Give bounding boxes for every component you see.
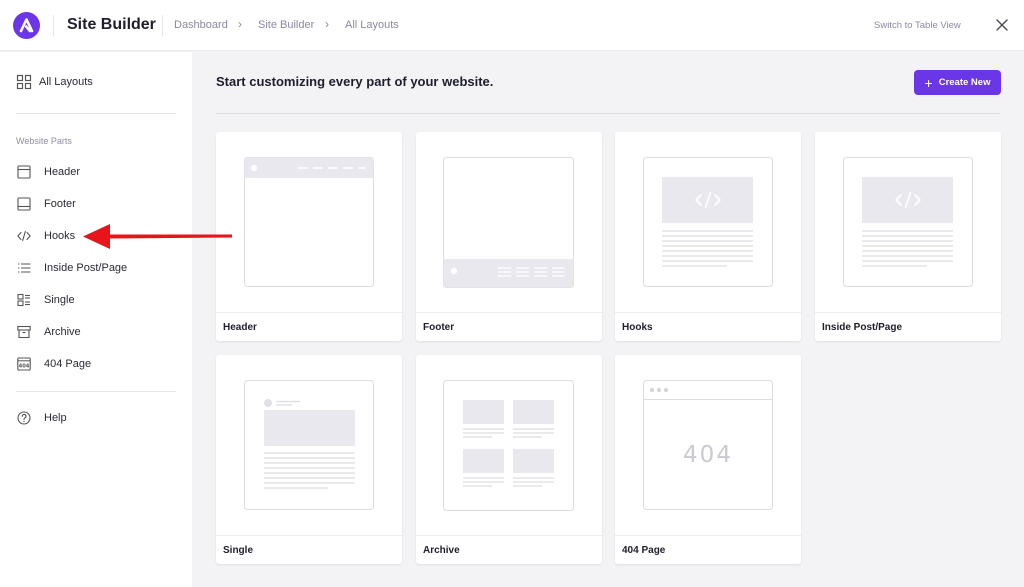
404-icon-glyph: 404: [19, 364, 30, 370]
switch-to-table-view-link[interactable]: Switch to Table View: [874, 20, 961, 31]
single-layout-preview: [244, 380, 374, 510]
footer-layout-preview: [443, 157, 574, 288]
sidebar-item-label: Help: [44, 412, 67, 424]
sidebar-item-label: Single: [44, 294, 75, 306]
breadcrumb-all-layouts: All Layouts: [345, 19, 399, 31]
archive-layout-preview: [443, 380, 574, 511]
list-icon: [17, 263, 31, 273]
404-text: 404: [683, 442, 733, 468]
404-icon: 404: [17, 357, 31, 371]
layout-card-footer[interactable]: Footer: [416, 132, 602, 341]
divider: [162, 15, 163, 36]
layout-card-header[interactable]: Header: [216, 132, 402, 341]
sidebar-item-footer[interactable]: Footer: [16, 194, 76, 214]
divider: [216, 535, 402, 536]
plus-icon: +: [924, 74, 933, 91]
chevron-right-icon: ›: [325, 17, 329, 31]
sidebar: All Layouts Website Parts Header Footer …: [0, 52, 192, 587]
help-icon: [17, 411, 31, 425]
sidebar-item-help[interactable]: Help: [16, 408, 67, 428]
page-title: Start customizing every part of your web…: [216, 74, 494, 89]
footer-icon: [17, 197, 31, 211]
breadcrumb-dashboard[interactable]: Dashboard: [174, 19, 228, 31]
hooks-layout-preview: [643, 157, 773, 287]
sidebar-item-label: Footer: [44, 198, 76, 210]
sidebar-item-header[interactable]: Header: [16, 162, 80, 182]
card-label: 404 Page: [622, 545, 666, 556]
breadcrumb-site-builder[interactable]: Site Builder: [258, 19, 314, 31]
sidebar-item-single[interactable]: Single: [16, 290, 75, 310]
card-label: Single: [223, 545, 254, 556]
grid-icon: [16, 74, 32, 90]
divider: [815, 312, 1001, 313]
create-new-label: Create New: [938, 77, 991, 88]
single-icon: [17, 293, 30, 307]
divider: [16, 391, 176, 392]
sidebar-section-heading: Website Parts: [16, 136, 72, 146]
sidebar-item-hooks[interactable]: Hooks: [16, 226, 75, 246]
inside-post-layout-preview: [843, 157, 973, 287]
create-new-button[interactable]: + Create New: [914, 70, 1001, 95]
chevron-right-icon: ›: [238, 17, 242, 31]
divider: [615, 535, 801, 536]
app-title: Site Builder: [67, 16, 156, 33]
header-layout-preview: [244, 157, 374, 287]
sidebar-item-label: Inside Post/Page: [44, 262, 128, 274]
divider: [216, 113, 1000, 114]
sidebar-item-label: Archive: [44, 326, 81, 338]
card-label: Inside Post/Page: [822, 322, 903, 333]
divider: [416, 312, 602, 313]
divider: [16, 113, 176, 114]
sidebar-item-label: Hooks: [44, 230, 76, 242]
card-label: Footer: [423, 322, 455, 333]
code-icon: [17, 230, 31, 242]
card-label: Archive: [423, 545, 460, 556]
sidebar-item-label: All Layouts: [39, 76, 93, 88]
layout-card-hooks[interactable]: Hooks: [615, 132, 801, 341]
sidebar-item-label: Header: [44, 166, 81, 178]
divider: [416, 535, 602, 536]
card-label: Hooks: [622, 322, 653, 333]
404-layout-preview: 404: [643, 380, 773, 510]
sidebar-item-404-page[interactable]: 404 404 Page: [16, 354, 91, 374]
sidebar-item-all-layouts[interactable]: All Layouts: [16, 72, 93, 92]
logo-icon: [19, 18, 34, 33]
header-icon: [17, 165, 31, 179]
divider: [216, 312, 402, 313]
divider: [53, 15, 54, 36]
layout-card-archive[interactable]: Archive: [416, 355, 602, 564]
sidebar-item-label: 404 Page: [44, 358, 92, 370]
top-bar: Site Builder Dashboard › Site Builder › …: [0, 0, 1024, 51]
sidebar-item-archive[interactable]: Archive: [16, 322, 81, 342]
archive-icon: [17, 325, 31, 339]
sidebar-item-inside-post-page[interactable]: Inside Post/Page: [16, 258, 127, 278]
layout-card-404-page[interactable]: 404 404 Page: [615, 355, 801, 564]
card-label: Header: [223, 322, 257, 333]
close-icon[interactable]: [994, 17, 1010, 33]
annotation-arrow-icon: [83, 224, 232, 249]
app-logo[interactable]: [13, 12, 40, 39]
layout-card-inside-post-page[interactable]: Inside Post/Page: [815, 132, 1001, 341]
divider: [615, 312, 801, 313]
layout-card-single[interactable]: Single: [216, 355, 402, 564]
